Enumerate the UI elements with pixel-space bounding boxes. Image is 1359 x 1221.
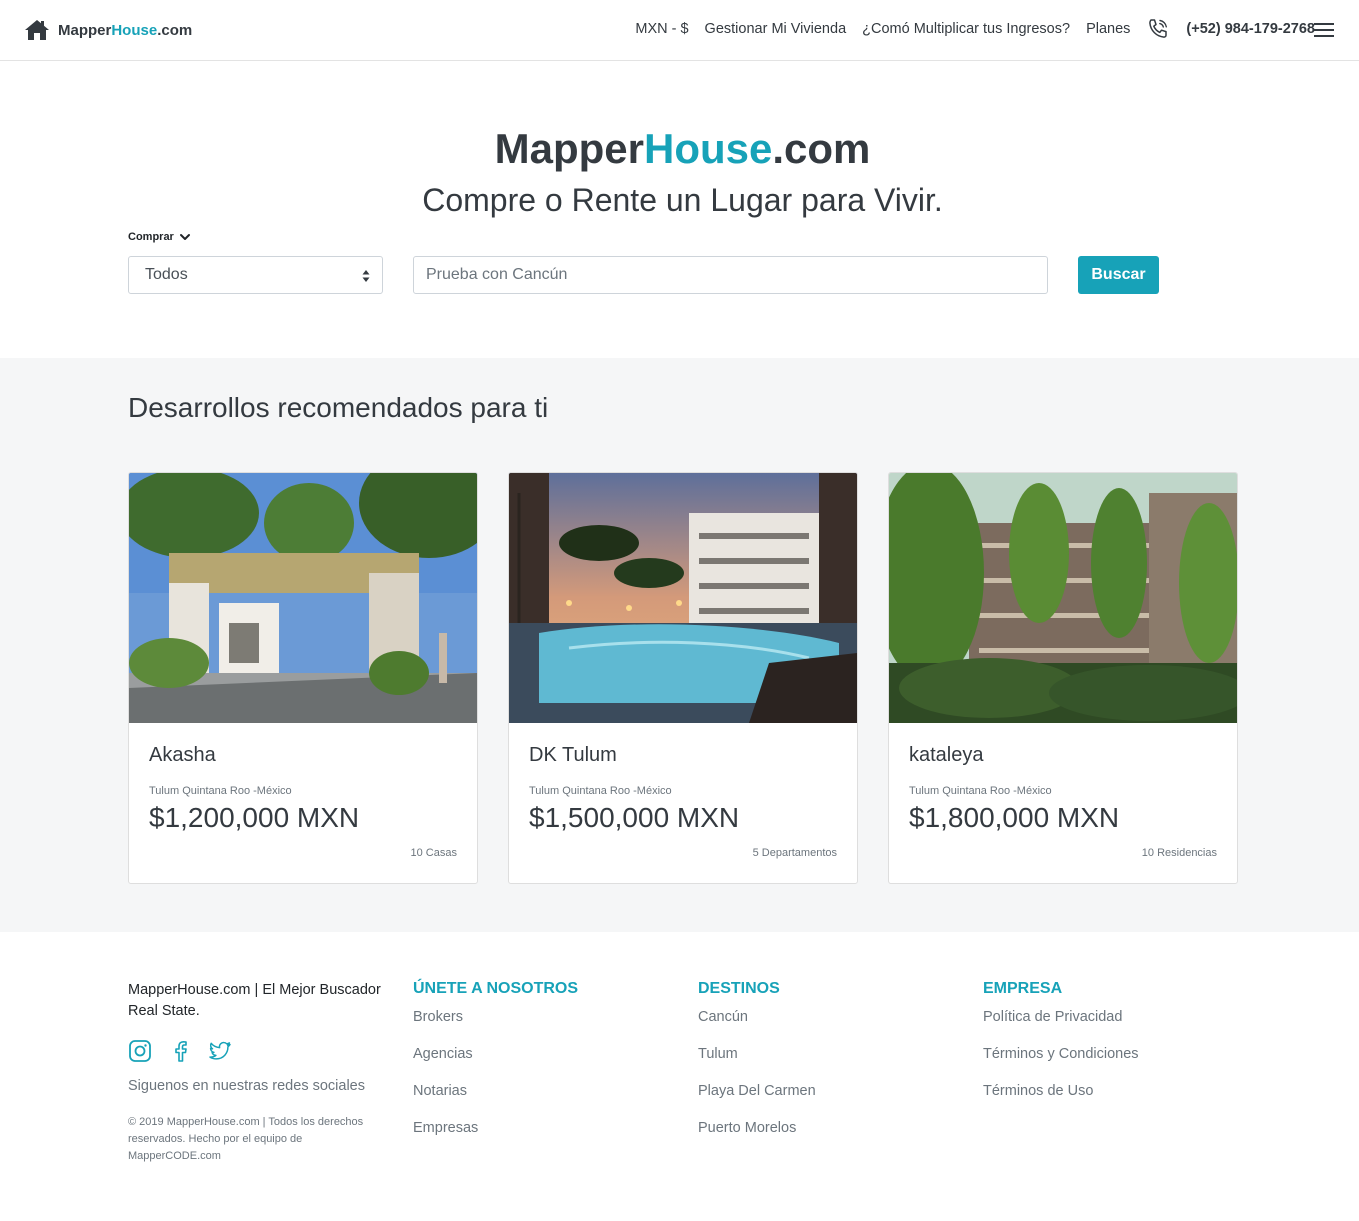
property-units: 5 Departamentos (752, 847, 837, 859)
footer-link-terms-use[interactable]: Términos de Uso (983, 1082, 1243, 1100)
footer-tagline: MapperHouse.com | El Mejor Buscador Real… (128, 982, 381, 1019)
property-card[interactable]: kataleya Tulum Quintana Roo -México $1,8… (888, 472, 1238, 884)
property-card[interactable]: Akasha Tulum Quintana Roo -México $1,200… (128, 472, 478, 884)
property-type-value: Todos (145, 266, 188, 283)
property-name[interactable]: DK Tulum (529, 744, 617, 767)
property-card[interactable]: DK Tulum Tulum Quintana Roo -México $1,5… (508, 472, 858, 884)
hero-title: MapperHouse.com (494, 125, 871, 172)
nav-link-manage[interactable]: Gestionar Mi Vivienda (705, 21, 847, 37)
footer-link-privacy[interactable]: Política de Privacidad (983, 1008, 1243, 1026)
brand-logo[interactable]: MapperHouse.com (24, 18, 192, 42)
home-icon (25, 20, 49, 40)
property-image[interactable] (129, 473, 477, 723)
footer-link-brokers[interactable]: Brokers (413, 1008, 673, 1026)
footer-follow-text: Siguenos en nuestras redes sociales (128, 1078, 365, 1094)
property-location: Tulum Quintana Roo -México (149, 785, 292, 797)
nav-link-plans[interactable]: Planes (1086, 21, 1130, 37)
property-location: Tulum Quintana Roo -México (909, 785, 1052, 797)
currency-selector[interactable]: MXN - $ (635, 21, 688, 37)
footer-link-tulum[interactable]: Tulum (698, 1045, 958, 1063)
select-arrows-icon (362, 270, 370, 282)
property-units: 10 Casas (410, 847, 457, 859)
footer-join: ÚNETE A NOSOTROS Brokers Agencias Notari… (413, 980, 673, 1137)
footer-link-terms-conditions[interactable]: Términos y Condiciones (983, 1045, 1243, 1063)
recommended-section: Desarrollos recomendados para ti Akasha … (0, 358, 1359, 932)
nav-links: MXN - $ Gestionar Mi Vivienda ¿Comó Mult… (635, 17, 1315, 41)
footer-link-puerto-morelos[interactable]: Puerto Morelos (698, 1119, 958, 1137)
property-price: $1,200,000 MXN (149, 802, 360, 833)
phone-icon[interactable] (1146, 17, 1170, 41)
footer-heading-join: ÚNETE A NOSOTROS (413, 980, 579, 997)
section-title: Desarrollos recomendados para ti (128, 392, 549, 423)
facebook-icon[interactable] (168, 1039, 192, 1063)
footer-link-playa-del-carmen[interactable]: Playa Del Carmen (698, 1082, 958, 1100)
navbar: MapperHouse.com MXN - $ Gestionar Mi Viv… (0, 0, 1359, 61)
footer-company: EMPRESA Política de Privacidad Términos … (983, 980, 1243, 1100)
search-button[interactable]: Buscar (1078, 256, 1159, 294)
social-links (128, 1038, 388, 1064)
search-input[interactable] (413, 256, 1048, 294)
footer-link-agencias[interactable]: Agencias (413, 1045, 673, 1063)
footer-link-cancun[interactable]: Cancún (698, 1008, 958, 1026)
chevron-down-icon (179, 234, 190, 240)
twitter-icon[interactable] (208, 1039, 232, 1063)
mode-label: Comprar (128, 231, 174, 243)
hero-section: MapperHouse.com Compre o Rente un Lugar … (0, 61, 1359, 358)
footer-heading-destinations: DESTINOS (698, 980, 780, 997)
property-price: $1,800,000 MXN (909, 802, 1120, 833)
footer-heading-company: EMPRESA (983, 980, 1063, 997)
brand-name: MapperHouse.com (58, 21, 193, 39)
footer-link-empresas[interactable]: Empresas (413, 1119, 673, 1137)
footer-about: MapperHouse.com | El Mejor Buscador Real… (128, 980, 388, 1165)
hero-subtitle: Compre o Rente un Lugar para Vivir. (422, 182, 943, 218)
nav-link-income[interactable]: ¿Comó Multiplicar tus Ingresos? (862, 21, 1070, 37)
footer-link-notarias[interactable]: Notarias (413, 1082, 673, 1100)
property-price: $1,500,000 MXN (529, 802, 740, 833)
mode-dropdown[interactable]: Comprar (128, 231, 191, 243)
footer-copyright: © 2019 MapperHouse.com | Todos los derec… (128, 1116, 364, 1162)
menu-icon[interactable] (1313, 21, 1335, 39)
property-name[interactable]: kataleya (909, 744, 984, 767)
property-type-select[interactable]: Todos (128, 256, 383, 294)
property-image[interactable] (509, 473, 857, 723)
footer: MapperHouse.com | El Mejor Buscador Real… (0, 932, 1359, 1221)
property-units: 10 Residencias (1141, 847, 1217, 859)
property-name[interactable]: Akasha (149, 744, 216, 767)
footer-destinations: DESTINOS Cancún Tulum Playa Del Carmen P… (698, 980, 958, 1137)
phone-number[interactable]: (+52) 984-179-2768 (1186, 21, 1315, 37)
property-location: Tulum Quintana Roo -México (529, 785, 672, 797)
property-image[interactable] (889, 473, 1237, 723)
instagram-icon[interactable] (128, 1039, 152, 1063)
